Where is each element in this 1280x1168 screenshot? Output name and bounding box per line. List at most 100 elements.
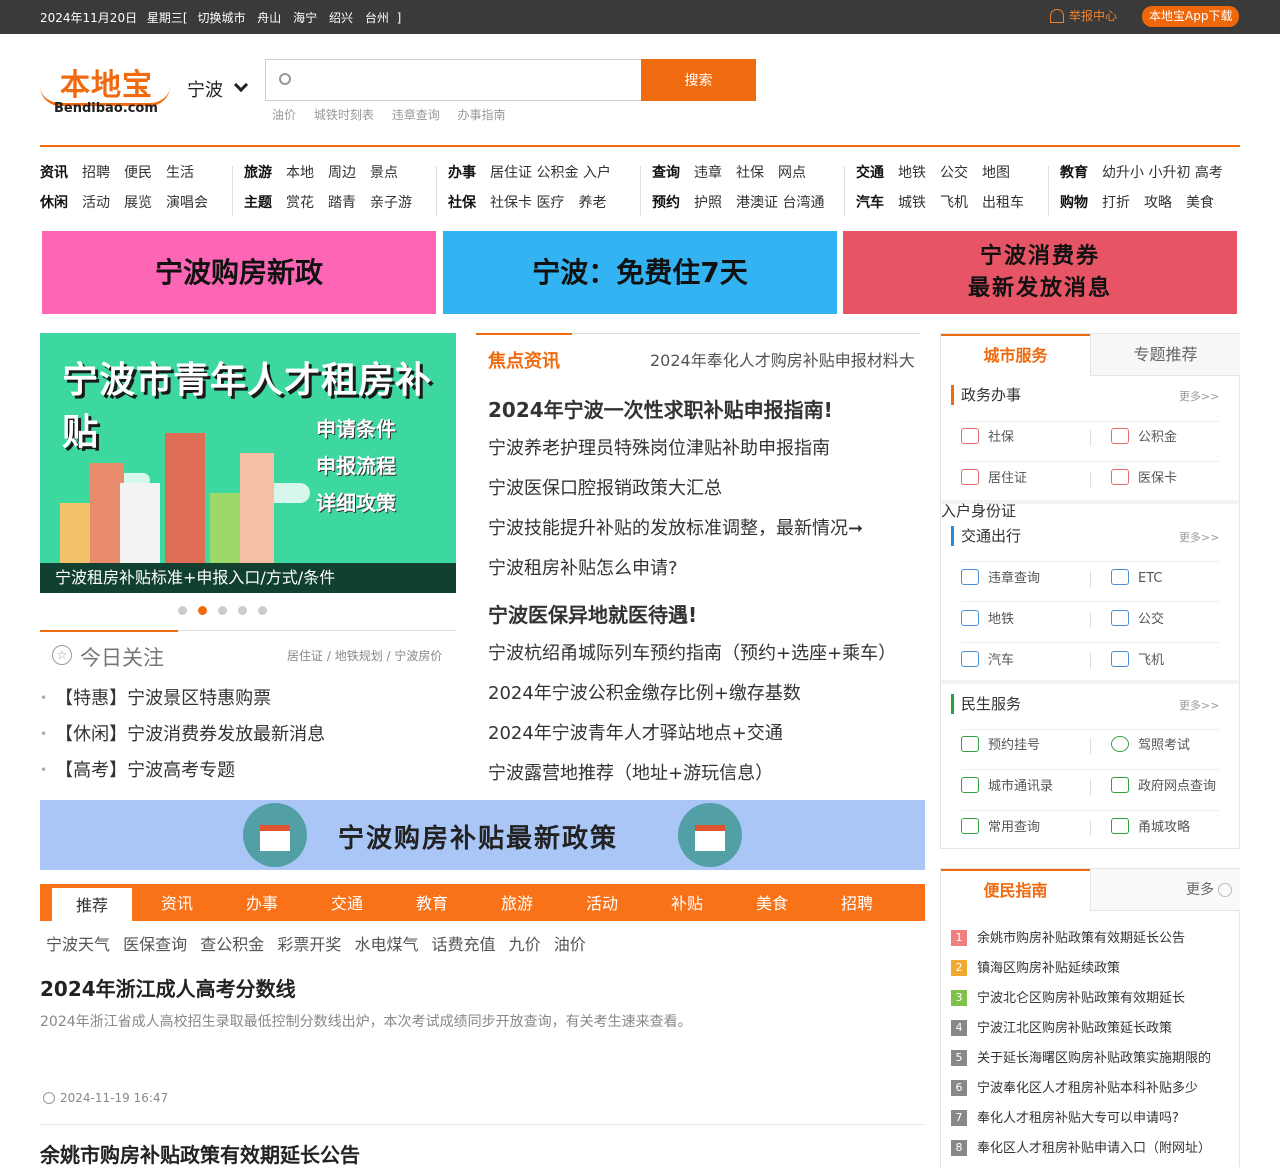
search-button[interactable]: 搜索 bbox=[641, 59, 756, 101]
service-residence[interactable]: 居住证 bbox=[961, 459, 1027, 499]
nav-link[interactable]: 景点 bbox=[370, 165, 398, 181]
guide-item[interactable]: 8 奉化区人才租房补贴申请入口（附网址） bbox=[951, 1134, 1231, 1164]
city-link-shaoxing[interactable]: 绍兴 bbox=[329, 11, 353, 25]
nav-link[interactable]: 幼升小 小升初 高考 bbox=[1102, 165, 1223, 181]
search-input[interactable] bbox=[302, 68, 632, 92]
nav-link[interactable]: 网点 bbox=[778, 165, 806, 181]
service-driving-test[interactable]: 驾照考试 bbox=[1111, 726, 1190, 766]
nav-link[interactable]: 地图 bbox=[982, 165, 1010, 181]
list-item[interactable]: 【高考】宁波高考专题 bbox=[40, 752, 325, 788]
service-bus[interactable]: 公交 bbox=[1111, 600, 1164, 640]
nav-link[interactable]: 汽车 bbox=[856, 195, 884, 211]
service-flight[interactable]: 飞机 bbox=[1111, 641, 1164, 681]
service-appointment[interactable]: 预约挂号 bbox=[961, 726, 1040, 766]
city-link-haining[interactable]: 海宁 bbox=[293, 11, 317, 25]
current-city[interactable]: 宁波 bbox=[187, 76, 223, 102]
news-item[interactable]: 2024年宁波青年人才驿站地点+交通 bbox=[488, 719, 783, 745]
nav-link[interactable]: 社保卡 医疗 bbox=[490, 195, 564, 211]
nav-link[interactable]: 打折 bbox=[1102, 195, 1130, 211]
nav-link[interactable]: 展览 bbox=[124, 195, 152, 211]
list-item[interactable]: 【特惠】宁波景区特惠购票 bbox=[40, 680, 325, 716]
nav-link[interactable]: 公交 bbox=[940, 165, 968, 181]
nav-link[interactable]: 资讯 bbox=[40, 165, 68, 181]
nav-link[interactable]: 购物 bbox=[1060, 195, 1088, 211]
nav-link[interactable]: 护照 bbox=[694, 195, 722, 211]
service-city-guide[interactable]: 甬城攻略 bbox=[1111, 808, 1190, 848]
pagination-dot[interactable] bbox=[218, 606, 227, 615]
slideshow-image[interactable]: 宁波市青年人才租房补贴 申请条件 申报流程 详细攻策 宁波租房补贴标准+申报入口… bbox=[40, 333, 456, 593]
banner-consumer-coupon[interactable]: 宁波消费券 最新发放消息 bbox=[843, 231, 1237, 314]
nav-link[interactable]: 社保 bbox=[736, 165, 764, 181]
article-title[interactable]: 2024年浙江成人高考分数线 bbox=[40, 977, 296, 1001]
news-item[interactable]: 宁波医保口腔报销政策大汇总 bbox=[488, 474, 722, 500]
tab-education[interactable]: 教育 bbox=[392, 884, 472, 921]
nav-link[interactable]: 攻略 bbox=[1144, 195, 1172, 211]
guide-item[interactable]: 7 奉化人才租房补贴大专可以申请吗? bbox=[951, 1104, 1231, 1134]
nav-link[interactable]: 便民 bbox=[124, 165, 152, 181]
tab-travel[interactable]: 旅游 bbox=[477, 884, 557, 921]
service-common-query[interactable]: 常用查询 bbox=[961, 808, 1040, 848]
app-download-button[interactable]: 本地宝App下载 bbox=[1142, 6, 1240, 27]
news-headline[interactable]: 宁波医保异地就医待遇! bbox=[488, 599, 697, 628]
quick-link[interactable]: 查公积金 bbox=[200, 935, 264, 954]
hot-link-train[interactable]: 城铁时刻表 bbox=[314, 108, 374, 122]
nav-link[interactable]: 旅游 bbox=[244, 165, 272, 181]
nav-link[interactable]: 周边 bbox=[328, 165, 356, 181]
quick-link[interactable]: 彩票开奖 bbox=[277, 935, 341, 954]
chevron-down-icon[interactable] bbox=[233, 77, 249, 93]
pagination-dot[interactable] bbox=[238, 606, 247, 615]
news-item[interactable]: 宁波杭绍甬城际列车预约指南（预约+选座+乘车） bbox=[488, 639, 896, 665]
service-etc[interactable]: ETC bbox=[1111, 559, 1162, 599]
news-item[interactable]: 宁波技能提升补贴的发放标准调整，最新情况➞ bbox=[488, 514, 863, 540]
tab-traffic[interactable]: 交通 bbox=[307, 884, 387, 921]
nav-link[interactable]: 查询 bbox=[652, 165, 680, 181]
nav-link[interactable]: 城铁 bbox=[898, 195, 926, 211]
switch-city-link[interactable]: 切换城市 bbox=[197, 11, 245, 25]
report-center-link[interactable]: 举报中心 bbox=[1050, 7, 1117, 24]
tab-city-services[interactable]: 城市服务 bbox=[941, 334, 1090, 376]
nav-link[interactable]: 地铁 bbox=[898, 165, 926, 181]
quick-link[interactable]: 医保查询 bbox=[123, 935, 187, 954]
news-headline[interactable]: 2024年宁波一次性求职补贴申报指南! bbox=[488, 394, 833, 423]
nav-link[interactable]: 出租车 bbox=[982, 195, 1024, 211]
tab-jobs[interactable]: 招聘 bbox=[817, 884, 897, 921]
news-item[interactable]: 宁波露营地推荐（地址+游玩信息） bbox=[488, 759, 773, 785]
nav-link[interactable]: 亲子游 bbox=[370, 195, 412, 211]
service-car[interactable]: 汽车 bbox=[961, 641, 1014, 681]
guide-item[interactable]: 3 宁波北仑区购房补贴政策有效期延长 bbox=[951, 984, 1231, 1014]
tab-subsidy[interactable]: 补贴 bbox=[647, 884, 727, 921]
tag-link[interactable]: 地铁规划 bbox=[335, 649, 383, 663]
nav-link[interactable]: 教育 bbox=[1060, 165, 1088, 181]
service-metro[interactable]: 地铁 bbox=[961, 600, 1014, 640]
more-link[interactable]: 更多>> bbox=[1179, 388, 1219, 404]
more-link[interactable]: 更多>> bbox=[1179, 697, 1219, 713]
more-tab[interactable]: 更多 bbox=[1090, 869, 1240, 911]
service-gov-outlets[interactable]: 政府网点查询 bbox=[1111, 767, 1216, 807]
nav-link[interactable]: 演唱会 bbox=[166, 195, 208, 211]
service-violation[interactable]: 违章查询 bbox=[961, 559, 1040, 599]
guide-item[interactable]: 6 宁波奉化区人才租房补贴本科补贴多少 bbox=[951, 1074, 1231, 1104]
tab-topics[interactable]: 专题推荐 bbox=[1090, 334, 1240, 376]
tab-food[interactable]: 美食 bbox=[732, 884, 812, 921]
hot-link-violation[interactable]: 违章查询 bbox=[392, 108, 440, 122]
nav-link[interactable]: 本地 bbox=[286, 165, 314, 181]
nav-link[interactable]: 飞机 bbox=[940, 195, 968, 211]
nav-link[interactable]: 休闲 bbox=[40, 195, 68, 211]
service-directory[interactable]: 城市通讯录 bbox=[961, 767, 1053, 807]
nav-link[interactable]: 港澳证 台湾通 bbox=[736, 195, 824, 211]
service-social-security[interactable]: 社保 bbox=[961, 418, 1014, 458]
quick-link[interactable]: 九价 bbox=[509, 935, 541, 954]
service-medical-card[interactable]: 医保卡 bbox=[1111, 459, 1177, 499]
tag-link[interactable]: 宁波房价 bbox=[394, 649, 442, 663]
pagination-dot[interactable] bbox=[178, 606, 187, 615]
nav-link[interactable]: 养老 bbox=[578, 195, 606, 211]
article-title[interactable]: 余姚市购房补贴政策有效期延长公告 bbox=[40, 1139, 360, 1168]
tab-recommend[interactable]: 推荐 bbox=[52, 888, 132, 921]
news-item[interactable]: 2024年宁波公积金缴存比例+缴存基数 bbox=[488, 679, 801, 705]
hot-link-guide[interactable]: 办事指南 bbox=[458, 108, 506, 122]
nav-link[interactable]: 主题 bbox=[244, 195, 272, 211]
tag-link[interactable]: 居住证 bbox=[287, 649, 323, 663]
nav-link[interactable]: 居住证 公积金 入户 bbox=[490, 165, 611, 181]
nav-link[interactable]: 招聘 bbox=[82, 165, 110, 181]
nav-link[interactable]: 交通 bbox=[856, 165, 884, 181]
